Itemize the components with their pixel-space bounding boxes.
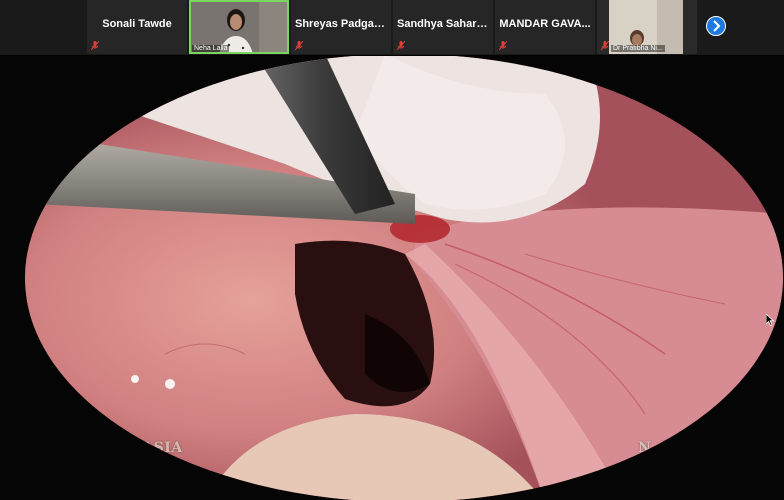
participant-name: Neha Lalla [192,45,230,52]
participant-tile-neha[interactable]: Neha Lalla [189,0,289,54]
watermark-left: H. VAGHASIA [70,440,183,456]
participant-name: MANDAR GAVA... [499,18,591,30]
next-page-button[interactable] [706,16,726,36]
participant-tile-mandar[interactable]: MANDAR GAVA... [495,0,595,54]
muted-mic-icon [499,41,507,51]
participant-strip: Sonali Tawde Neha Lalla Shreyas Padgao..… [0,0,784,55]
watermark-right: N. LALLA [638,440,715,456]
mouse-cursor-icon [766,314,774,326]
surgical-scene-image [25,56,783,500]
endoscopic-view: H. VAGHASIA N. LALLA [25,56,783,500]
participant-name: Sandhya Saharan [397,18,490,30]
participant-name: Sonali Tawde [102,18,172,30]
participant-tile-sonali[interactable]: Sonali Tawde [87,0,187,54]
participant-tile-sandhya[interactable]: Sandhya Saharan [393,0,493,54]
participant-tile-pratibha[interactable]: Dr Pratibha Ni... [597,0,697,54]
participant-tile-shreyas[interactable]: Shreyas Padgao... [291,0,391,54]
chevron-right-icon [713,20,721,32]
muted-mic-icon [295,41,303,51]
shared-video-feed: H. VAGHASIA N. LALLA [0,56,784,500]
muted-mic-icon [397,41,405,51]
participant-name: Shreyas Padgao... [295,18,390,30]
muted-mic-icon [91,41,99,51]
muted-mic-icon [601,41,609,51]
participant-name: Dr Pratibha Ni... [611,45,665,52]
